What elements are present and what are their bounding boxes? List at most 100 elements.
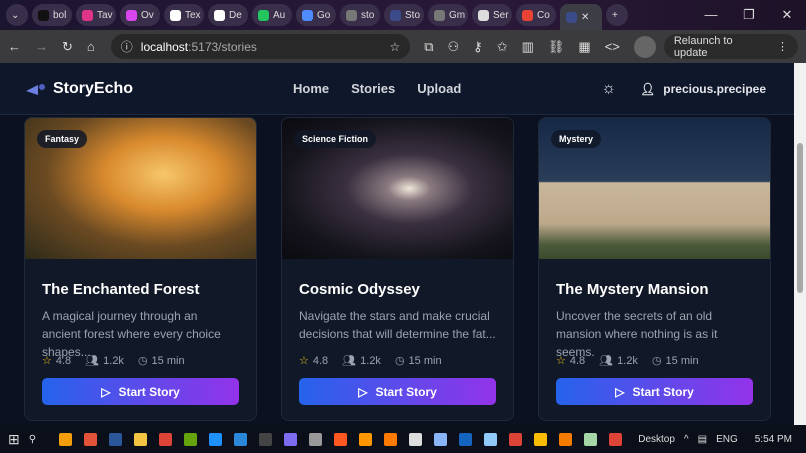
storyecho-app: StoryEcho Home Stories Upload ☼ 👤︎ precio… [0, 63, 794, 425]
notifications-icon[interactable]: ▤ [698, 434, 707, 445]
tab-favicon-icon [478, 9, 489, 21]
browser-tab[interactable]: De [208, 4, 248, 26]
clock-icon: ◷ [137, 355, 148, 367]
taskbar-app-icon[interactable] [309, 432, 323, 446]
browser-tab[interactable]: Ov [120, 4, 160, 26]
start-story-button[interactable]: ▷ Start Story [42, 378, 239, 405]
tab-label: sto [361, 9, 375, 21]
taskbar-app-icon[interactable] [459, 432, 473, 446]
new-tab-button[interactable]: + [606, 4, 628, 26]
browser-tab[interactable]: Tav [76, 4, 116, 26]
taskbar-app-icon[interactable] [334, 432, 348, 446]
browser-toolbar: ← → ↻ ⌂ ⓘ localhost:5173/stories ☆ ⧉ ⚇ ⚷… [0, 30, 806, 63]
profile-area: Relaunch to update ⋮ [633, 34, 798, 59]
address-bar[interactable]: ⓘ localhost:5173/stories ☆ [110, 34, 411, 59]
story-title[interactable]: The Enchanted Forest [42, 281, 239, 298]
home-icon[interactable]: ⌂ [87, 39, 95, 54]
start-story-button[interactable]: ▷ Start Story [299, 378, 496, 405]
reading-mode-icon[interactable]: ▥ [522, 39, 534, 55]
taskbar-app-icon[interactable] [509, 432, 523, 446]
page-scrollbar[interactable] [794, 63, 806, 425]
start-story-label: Start Story [118, 384, 180, 399]
url-path: :5173/stories [188, 39, 257, 54]
taskbar-app-icon[interactable] [259, 432, 273, 446]
taskbar-app-icon[interactable] [534, 432, 548, 446]
taskbar-app-icon[interactable] [234, 432, 248, 446]
story-title[interactable]: Cosmic Odyssey [299, 281, 496, 298]
taskbar-app-icon[interactable] [584, 432, 598, 446]
taskbar-app-icon[interactable] [184, 432, 198, 446]
desktop-toolbar[interactable]: Desktop [638, 434, 675, 445]
browser-tab[interactable]: Go [296, 4, 336, 26]
browser-tab[interactable]: Ser [472, 4, 512, 26]
tray-chevron-icon[interactable]: ^ [684, 434, 689, 445]
reload-icon[interactable]: ↻ [62, 39, 73, 55]
tab-label: Tav [97, 9, 113, 21]
search-icon[interactable]: ⚲ [29, 434, 36, 445]
site-info-icon[interactable]: ⓘ [121, 38, 133, 55]
genre-badge: Mystery [551, 130, 602, 148]
duration: 15 min [408, 354, 442, 367]
password-icon[interactable]: ⚷ [473, 39, 483, 55]
close-tab-icon[interactable]: ✕ [581, 12, 589, 23]
brand-logo[interactable]: StoryEcho [24, 80, 133, 98]
maximize-icon[interactable]: ❐ [730, 0, 768, 30]
username: precious.precipee [663, 81, 766, 96]
taskbar-app-icon[interactable] [59, 432, 73, 446]
minimize-icon[interactable]: — [692, 0, 730, 30]
story-cover-image[interactable]: Science Fiction [282, 118, 513, 259]
forward-icon[interactable]: → [35, 39, 48, 54]
back-icon[interactable]: ← [8, 39, 21, 54]
play-icon: ▷ [615, 384, 625, 399]
calculator-icon[interactable]: ▦ [578, 39, 590, 55]
theme-toggle-sun-icon[interactable]: ☼ [601, 80, 616, 98]
taskbar-app-icon[interactable] [409, 432, 423, 446]
taskbar-app-icon[interactable] [609, 432, 623, 446]
devtools-icon[interactable]: <> [605, 39, 620, 54]
nav-upload[interactable]: Upload [417, 81, 461, 96]
browser-tab[interactable]: Au [252, 4, 292, 26]
bookmark-star-icon[interactable]: ☆ [389, 40, 400, 54]
taskbar-app-icon[interactable] [284, 432, 298, 446]
taskbar-app-icon[interactable] [109, 432, 123, 446]
extensions-icon[interactable]: ⧉ [424, 39, 433, 55]
nav-home[interactable]: Home [293, 81, 329, 96]
taskbar-app-icon[interactable] [84, 432, 98, 446]
menu-icon[interactable]: ⋮ [777, 40, 788, 53]
taskbar-app-icon[interactable] [559, 432, 573, 446]
tab-active-stories[interactable]: ✕ [560, 4, 602, 30]
clock[interactable]: 5:54 PM [755, 434, 792, 445]
taskbar-app-icon[interactable] [134, 432, 148, 446]
story-cover-image[interactable]: Mystery [539, 118, 770, 259]
story-cover-image[interactable]: Fantasy [25, 118, 256, 259]
browser-tab[interactable]: Co [516, 4, 556, 26]
taskbar-app-icon[interactable] [484, 432, 498, 446]
browser-tab[interactable]: sto [340, 4, 380, 26]
tab-search-button[interactable]: ⌄ [6, 4, 28, 26]
nav-stories[interactable]: Stories [351, 81, 395, 96]
user-menu[interactable]: 👤︎ precious.precipee [640, 82, 766, 96]
link-icon[interactable]: ⛓ [548, 39, 565, 55]
taskbar-app-icon[interactable] [209, 432, 223, 446]
browser-tab[interactable]: Sto [384, 4, 424, 26]
scrollbar-thumb[interactable] [797, 143, 803, 293]
tab-favicon-icon [214, 9, 225, 21]
start-story-button[interactable]: ▷ Start Story [556, 378, 753, 405]
language-indicator[interactable]: ENG [716, 434, 738, 445]
browser-tab[interactable]: bol [32, 4, 72, 26]
story-description: Uncover the secrets of an old mansion wh… [556, 309, 718, 359]
browser-tab[interactable]: Tex [164, 4, 204, 26]
taskbar-app-icon[interactable] [384, 432, 398, 446]
close-window-icon[interactable]: ✕ [768, 0, 806, 30]
incognito-icon[interactable]: ⚇ [448, 39, 460, 55]
taskbar-app-icon[interactable] [159, 432, 173, 446]
favorites-icon[interactable]: ✩ [497, 39, 508, 55]
relaunch-button[interactable]: Relaunch to update ⋮ [663, 34, 798, 59]
story-title[interactable]: The Mystery Mansion [556, 281, 753, 298]
clock-icon: ◷ [394, 355, 405, 367]
windows-start-icon[interactable]: ⊞ [8, 431, 20, 448]
browser-tab[interactable]: Gm [428, 4, 468, 26]
taskbar-app-icon[interactable] [434, 432, 448, 446]
taskbar-app-icon[interactable] [359, 432, 373, 446]
profile-avatar[interactable] [633, 35, 656, 58]
